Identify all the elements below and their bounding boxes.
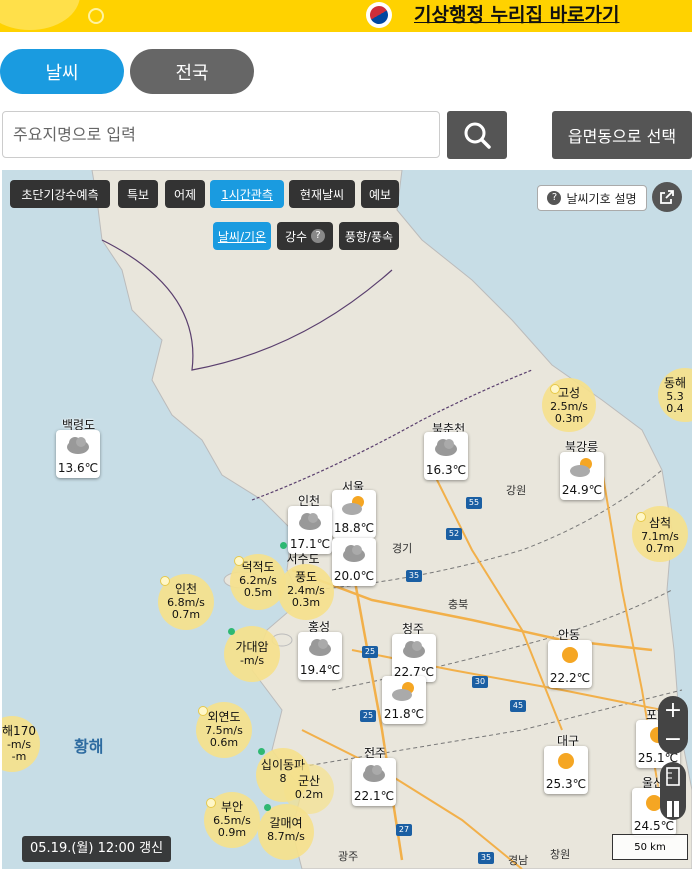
subtab-weather-temp[interactable]: 날씨/기온 <box>213 222 271 250</box>
station-andong[interactable]: 22.2℃ <box>548 640 592 688</box>
station-dot <box>280 542 287 549</box>
tab-nationwide[interactable]: 전국 <box>130 49 254 94</box>
highway-marker: 25 <box>362 646 378 658</box>
wind-circle-galmaeyeo[interactable]: 갈매여 8.7m/s <box>258 804 314 860</box>
subtab-wind[interactable]: 풍향/풍속 <box>339 222 399 250</box>
map-tab-warning[interactable]: 특보 <box>118 180 158 208</box>
partly-sunny-icon <box>392 682 414 701</box>
cloud-icon <box>403 641 425 658</box>
station-incheon[interactable]: 17.1℃ <box>288 506 332 554</box>
region-label: 창원 <box>550 848 571 861</box>
region-label: 충북 <box>448 598 469 611</box>
help-icon[interactable]: ? <box>311 229 326 243</box>
highway-marker: 35 <box>406 570 422 582</box>
station-hongseong[interactable]: 19.4℃ <box>298 632 342 680</box>
cloud-icon <box>299 513 321 530</box>
region-label: 강원 <box>506 484 527 497</box>
station-dot <box>258 748 265 755</box>
station-dot <box>264 804 271 811</box>
highway-marker: 45 <box>510 700 526 712</box>
station-cheongju[interactable]: 22.7℃ <box>392 634 436 682</box>
station-suwon[interactable]: 20.0℃ <box>332 538 376 586</box>
map-tab-nowcast[interactable]: 초단기강수예측 <box>10 180 110 208</box>
region-label: 경남 <box>508 854 529 867</box>
zoom-out-button[interactable]: − <box>658 725 688 754</box>
tab-weather[interactable]: 날씨 <box>0 49 124 94</box>
map-tab-current[interactable]: 현재날씨 <box>289 180 355 208</box>
external-link-button[interactable] <box>652 182 682 212</box>
map-tab-yesterday[interactable]: 어제 <box>165 180 205 208</box>
select-district-button[interactable]: 읍면동으로 선택 <box>552 111 692 159</box>
top-banner: 기상행정 누리집 바로가기 <box>0 0 692 32</box>
station-seoul[interactable]: 18.8℃ <box>332 490 376 538</box>
layers-icon[interactable] <box>660 795 686 824</box>
station-jeonju[interactable]: 22.1℃ <box>352 758 396 806</box>
highway-marker: 27 <box>396 824 412 836</box>
ruler-icon[interactable] <box>660 762 686 791</box>
cloud-icon <box>435 439 457 456</box>
station-daejeon[interactable]: 21.8℃ <box>382 676 426 724</box>
weather-legend-button[interactable]: ? 날씨기호 설명 <box>537 185 647 211</box>
station-dot <box>234 556 244 566</box>
external-link-icon <box>660 190 674 204</box>
highway-marker: 25 <box>360 710 376 722</box>
update-timestamp: 05.19.(월) 12:00 갱신 <box>22 836 172 862</box>
wind-circle-donghae[interactable]: 동해 5.3 0.4 <box>658 368 692 422</box>
sun-icon <box>558 753 574 769</box>
partly-sunny-icon <box>570 458 592 477</box>
cloud-icon <box>363 765 385 782</box>
region-label: 경기 <box>392 542 413 555</box>
cloud-icon <box>343 545 365 562</box>
station-bukgangneung[interactable]: 24.9℃ <box>560 452 604 500</box>
station-dot <box>636 512 646 522</box>
station-dot <box>160 576 170 586</box>
subtab-precip[interactable]: 강수? <box>277 222 333 250</box>
zoom-in-button[interactable]: + <box>658 696 688 725</box>
station-dot <box>198 706 208 716</box>
cloud-icon <box>309 639 331 656</box>
station-dot <box>550 384 560 394</box>
banner-decoration <box>0 0 80 30</box>
highway-marker: 55 <box>466 497 482 509</box>
map-scale: 50 km <box>612 834 688 860</box>
sun-icon <box>562 647 578 663</box>
station-dot <box>228 628 235 635</box>
help-icon: ? <box>547 191 562 205</box>
search-icon <box>464 122 491 149</box>
highway-marker: 30 <box>472 676 488 688</box>
station-daegu[interactable]: 25.3℃ <box>544 746 588 794</box>
partly-sunny-icon <box>342 496 364 515</box>
zoom-control: + − <box>658 696 688 754</box>
highway-marker: 52 <box>446 528 462 540</box>
search-button[interactable] <box>447 111 507 159</box>
sea-label: 황해 <box>74 737 104 756</box>
region-label: 광주 <box>338 850 359 863</box>
search-input[interactable] <box>2 111 440 158</box>
map-tab-hourly-obs[interactable]: 1시간관측 <box>210 180 284 208</box>
banner-decoration-ring <box>88 8 104 24</box>
weather-map[interactable]: 초단기강수예측 특보 어제 1시간관측 현재날씨 예보 날씨/기온 강수? 풍향… <box>2 170 692 869</box>
station-baengnyeongdo[interactable]: 13.6℃ <box>56 430 100 478</box>
station-dot <box>206 798 216 808</box>
taegeuk-emblem-icon <box>366 2 392 28</box>
gov-portal-link[interactable]: 기상행정 누리집 바로가기 <box>414 0 620 30</box>
map-tools <box>660 762 686 820</box>
station-bukchuncheon[interactable]: 16.3℃ <box>424 432 468 480</box>
wind-circle-pungdo[interactable]: 풍도 2.4m/s 0.3m <box>278 564 334 620</box>
map-tab-forecast[interactable]: 예보 <box>361 180 399 208</box>
cloud-icon <box>67 437 89 454</box>
highway-marker: 35 <box>478 852 494 864</box>
